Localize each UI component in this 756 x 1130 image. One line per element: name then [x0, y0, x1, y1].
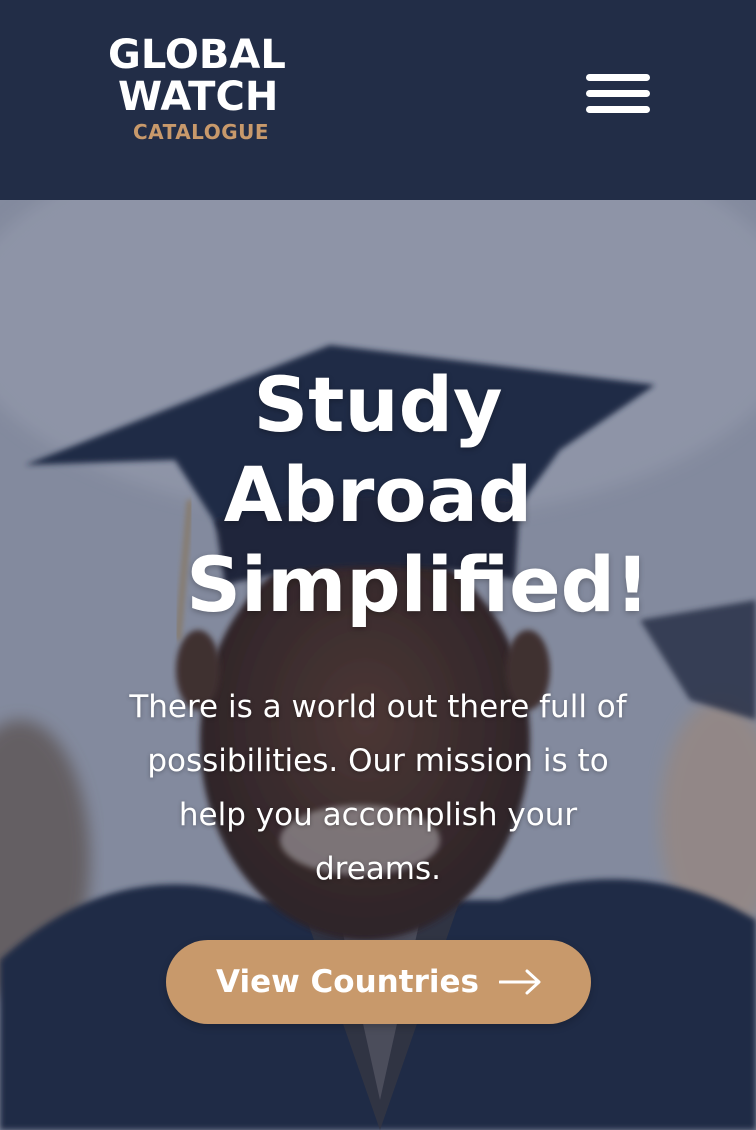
hero-title-line-1: Study — [253, 360, 503, 449]
menu-bar-top — [586, 74, 650, 81]
logo-subtitle: CATALOGUE — [133, 120, 270, 144]
menu-bar-middle — [586, 90, 650, 97]
page: GLOBAL WATCH CATALOGUE Study Abroad Simp… — [0, 0, 756, 1130]
site-logo[interactable]: GLOBAL WATCH CATALOGUE — [108, 34, 318, 144]
logo-line-watch: WATCH — [118, 74, 279, 120]
view-countries-label: View Countries — [216, 964, 479, 1000]
hero-title-line-3: Simplified! — [186, 540, 650, 629]
hamburger-menu-icon[interactable] — [586, 72, 650, 116]
logo-line-global: GLOBAL — [108, 32, 286, 78]
arrow-right-icon — [498, 969, 541, 995]
hero-section: Study Abroad Simplified! There is a worl… — [0, 200, 756, 1130]
view-countries-button[interactable]: View Countries — [166, 940, 591, 1024]
hero-description: There is a world out there full of possi… — [129, 689, 627, 887]
menu-bar-bottom — [586, 106, 650, 113]
site-header: GLOBAL WATCH CATALOGUE — [0, 0, 756, 200]
hero-title-line-2: Abroad — [223, 450, 533, 539]
hero-title: Study Abroad Simplified! — [0, 360, 756, 630]
